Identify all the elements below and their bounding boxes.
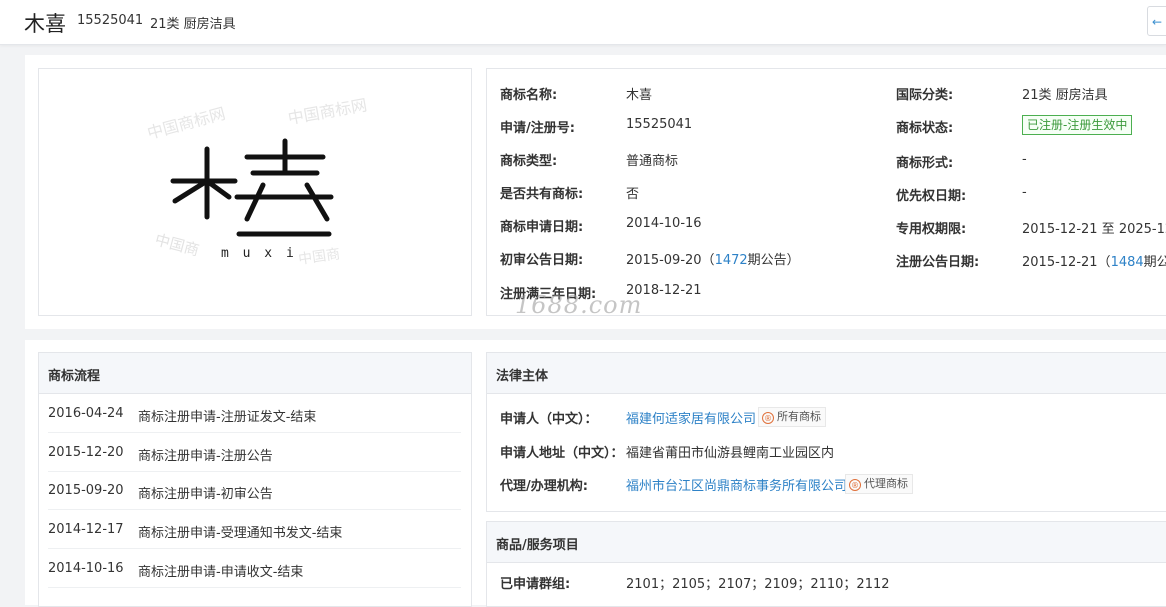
- flow-date: 2015-09-20: [48, 483, 124, 498]
- all-trademarks-tag[interactable]: ® 所有商标: [758, 407, 826, 427]
- trademark-icon: ®: [762, 412, 774, 424]
- applicant-link[interactable]: 福建何适家居有限公司: [626, 408, 756, 427]
- page-header: 木喜 15525041 21类 厨房洁具 ←: [0, 0, 1166, 45]
- value-groups: 2101；2105；2107；2109；2110；2112: [626, 577, 890, 592]
- flow-item: 2015-12-20 商标注册申请-注册公告: [48, 433, 461, 472]
- logo-pinyin: m u x i: [221, 246, 297, 261]
- label-status: 商标状态:: [896, 121, 954, 136]
- flow-text: 商标注册申请-注册证发文-结束: [138, 410, 317, 425]
- flow-item: 2014-10-16 商标注册申请-申请收文-结束: [48, 549, 461, 588]
- value-exclusive-period: 2015-12-21 至 2025-12-20: [1022, 222, 1166, 237]
- svg-text:中国商: 中国商: [297, 246, 341, 268]
- label-exclusive-period: 专用权期限:: [896, 222, 967, 237]
- goods-title: 商品/服务项目: [496, 538, 579, 553]
- value-reg-no: 15525041: [626, 117, 693, 132]
- legal-panel: 法律主体 申请人（中文）： 福建何适家居有限公司 ® 所有商标 申请人地址（中文）…: [486, 352, 1166, 512]
- flow-text: 商标注册申请-申请收文-结束: [138, 565, 304, 580]
- flow-date: 2014-10-16: [48, 561, 124, 576]
- header-class: 21类 厨房洁具: [150, 17, 236, 32]
- trademark-logo-image: 中国商标网 中国商标网 中国商 中国商 m u x i: [145, 95, 368, 268]
- status-badge: 已注册-注册生效中: [1022, 115, 1133, 135]
- flow-text: 商标注册申请-注册公告: [138, 449, 273, 464]
- label-reg-no: 申请/注册号:: [500, 121, 575, 136]
- label-priority: 优先权日期:: [896, 189, 967, 204]
- label-reg-date: 注册公告日期:: [896, 255, 980, 270]
- flow-date: 2016-04-24: [48, 406, 124, 421]
- label-agent: 代理/办理机构:: [500, 479, 588, 494]
- flow-panel: 商标流程 2016-04-24 商标注册申请-注册证发文-结束 2015-12-…: [38, 352, 472, 607]
- flow-item: 2015-09-20 商标注册申请-初审公告: [48, 471, 461, 510]
- flow-text: 商标注册申请-受理通知书发文-结束: [138, 526, 343, 541]
- header-action-button[interactable]: ←: [1147, 6, 1166, 36]
- label-apply-date: 商标申请日期:: [500, 220, 584, 235]
- label-prelim-date: 初审公告日期:: [500, 253, 584, 268]
- arrow-icon: ←: [1152, 15, 1163, 29]
- svg-text:中国商: 中国商: [153, 230, 201, 259]
- trademark-overview: 中国商标网 中国商标网 中国商 中国商 m u x i 商标名称: 木喜 申请/…: [25, 55, 1166, 329]
- value-intl-class: 21类 厨房洁具: [1022, 88, 1108, 103]
- value-shared: 否: [626, 187, 640, 202]
- value-prelim-date: 2015-09-20（1472期公告）: [626, 253, 800, 268]
- trademark-logo: 中国商标网 中国商标网 中国商 中国商 m u x i: [38, 68, 472, 316]
- flow-panel-header: 商标流程: [39, 353, 471, 394]
- trademark-title: 木喜: [24, 12, 66, 36]
- label-applicant: 申请人（中文）：: [500, 412, 598, 427]
- goods-panel: 商品/服务项目 已申请群组: 2101；2105；2107；2109；2110；…: [486, 521, 1166, 607]
- goods-panel-header: 商品/服务项目: [487, 522, 1166, 563]
- label-type: 商标类型:: [500, 154, 558, 169]
- label-address: 申请人地址（中文）：: [500, 446, 624, 461]
- legal-panel-header: 法律主体: [487, 353, 1166, 394]
- value-apply-date: 2014-10-16: [626, 216, 702, 231]
- value-name: 木喜: [626, 88, 653, 103]
- flow-item: 2014-12-17 商标注册申请-受理通知书发文-结束: [48, 510, 461, 549]
- flow-title: 商标流程: [48, 369, 101, 384]
- value-address: 福建省莆田市仙游县鲤南工业园区内: [626, 446, 835, 461]
- agent-trademarks-tag[interactable]: ® 代理商标: [845, 474, 913, 494]
- header-reg-number: 15525041: [77, 13, 144, 28]
- value-reg-date: 2015-12-21（1484期公告）: [1022, 255, 1166, 270]
- label-groups: 已申请群组:: [500, 577, 571, 592]
- label-shared: 是否共有商标:: [500, 187, 584, 202]
- value-type: 普通商标: [626, 154, 679, 169]
- flow-date: 2015-12-20: [48, 445, 124, 460]
- label-intl-class: 国际分类:: [896, 88, 954, 103]
- legal-title: 法律主体: [496, 369, 549, 384]
- svg-text:中国商标网: 中国商标网: [286, 95, 368, 128]
- trademark-details: 商标流程 2016-04-24 商标注册申请-注册证发文-结束 2015-12-…: [25, 340, 1166, 607]
- label-form: 商标形式:: [896, 156, 954, 171]
- label-name: 商标名称:: [500, 88, 558, 103]
- value-priority: -: [1022, 185, 1027, 200]
- value-form: -: [1022, 152, 1027, 167]
- trademark-info: 商标名称: 木喜 申请/注册号: 15525041 商标类型: 普通商标 是否共…: [486, 68, 1166, 316]
- logo-watermark: 中国商标网: [145, 104, 227, 143]
- flow-item: 2016-04-24 商标注册申请-注册证发文-结束: [48, 394, 461, 433]
- prelim-issue-link[interactable]: 1472: [715, 253, 748, 268]
- trademark-icon: ®: [849, 479, 861, 491]
- flow-text: 商标注册申请-初审公告: [138, 487, 273, 502]
- reg-issue-link[interactable]: 1484: [1111, 255, 1144, 270]
- flow-date: 2014-12-17: [48, 522, 124, 537]
- agent-link[interactable]: 福州市台江区尚鼎商标事务所有限公司: [626, 475, 847, 494]
- site-watermark: 1688.com: [515, 291, 643, 319]
